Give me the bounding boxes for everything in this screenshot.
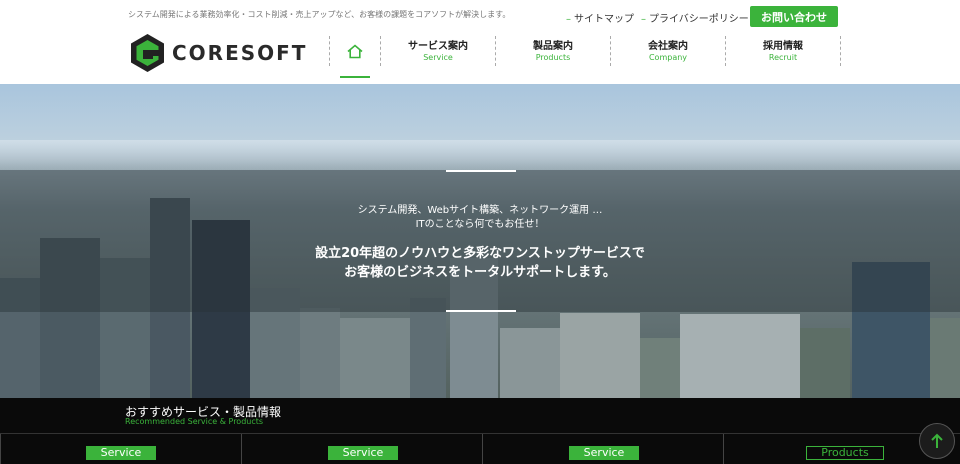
building-shape xyxy=(560,313,640,398)
dash-icon: – xyxy=(566,14,571,25)
sitemap-link[interactable]: – サイトマップ xyxy=(566,10,634,25)
coresoft-logo[interactable]: CORESOFT xyxy=(131,34,307,72)
nav-item-label: 製品案内 xyxy=(533,41,573,52)
nav-home[interactable] xyxy=(330,36,380,78)
contact-button[interactable]: お問い合わせ xyxy=(750,6,838,27)
products-badge: Products xyxy=(806,446,884,460)
scroll-to-top-button[interactable] xyxy=(919,423,955,459)
recommended-card[interactable]: Service xyxy=(482,434,722,464)
nav-item-label: 会社案内 xyxy=(648,41,688,52)
hero-headline: 設立20年超のノウハウと多彩なワンストップサービスで お客様のビジネスをトータル… xyxy=(0,244,960,282)
hero-divider-top xyxy=(446,170,516,172)
logo-text: CORESOFT xyxy=(172,41,308,65)
header-tagline: システム開発による業務効率化・コスト削減・売上アップなど、お客様の課題をコアソフ… xyxy=(128,10,511,19)
building-shape xyxy=(800,328,850,398)
sitemap-label: サイトマップ xyxy=(574,14,634,25)
hero-subtitle: システム開発、Webサイト構築、ネットワーク運用 … ITのことなら何でもお任せ… xyxy=(0,204,960,232)
nav-item-label: 採用情報 xyxy=(763,41,803,52)
privacy-label: プライバシーポリシー xyxy=(649,14,749,25)
nav-item-service[interactable]: サービス案内 Service xyxy=(381,36,495,66)
hero-sky-haze xyxy=(0,140,960,170)
building-shape xyxy=(500,328,560,398)
service-badge: Service xyxy=(569,446,639,460)
building-shape xyxy=(340,318,410,398)
nav-item-company[interactable]: 会社案内 Company xyxy=(611,36,725,66)
hero-headline-line: 設立20年超のノウハウと多彩なワンストップサービスで xyxy=(315,246,645,261)
hero-subtitle-line: システム開発、Webサイト構築、ネットワーク運用 … xyxy=(357,205,603,216)
building-shape xyxy=(410,298,446,398)
building-shape xyxy=(930,318,960,398)
building-shape xyxy=(300,308,340,398)
nav-item-recruit[interactable]: 採用情報 Recruit xyxy=(726,36,840,66)
hero-banner: システム開発、Webサイト構築、ネットワーク運用 … ITのことなら何でもお任せ… xyxy=(0,84,960,398)
service-badge: Service xyxy=(86,446,156,460)
recommended-card[interactable]: Service xyxy=(0,434,240,464)
building-shape xyxy=(680,314,800,398)
site-header: システム開発による業務効率化・コスト削減・売上アップなど、お客様の課題をコアソフ… xyxy=(0,0,960,84)
nav-separator xyxy=(840,36,841,66)
hero-headline-line: お客様のビジネスをトータルサポートします。 xyxy=(344,265,616,280)
logo-mark-icon xyxy=(131,34,164,72)
nav-item-label: サービス案内 xyxy=(408,41,468,52)
nav-item-sublabel: Service xyxy=(423,53,453,62)
nav-item-sublabel: Products xyxy=(535,53,571,62)
service-badge: Service xyxy=(328,446,398,460)
hero-divider-bottom xyxy=(446,310,516,312)
recommended-subtitle: Recommended Service & Products xyxy=(125,417,264,426)
hero-subtitle-line: ITのことなら何でもお任せ！ xyxy=(415,219,545,230)
home-icon xyxy=(347,43,363,58)
main-nav: サービス案内 Service 製品案内 Products 会社案内 Compan… xyxy=(329,36,841,78)
nav-item-sublabel: Company xyxy=(648,53,688,62)
privacy-policy-link[interactable]: – プライバシーポリシー xyxy=(641,10,749,25)
recommended-section: おすすめサービス・製品情報 Recommended Service & Prod… xyxy=(0,398,960,464)
nav-item-products[interactable]: 製品案内 Products xyxy=(496,36,610,66)
recommended-card[interactable]: Service xyxy=(241,434,481,464)
hero-text-overlay xyxy=(0,170,960,312)
nav-item-sublabel: Recruit xyxy=(768,53,798,62)
dash-icon: – xyxy=(641,14,646,25)
nav-active-indicator xyxy=(340,76,370,78)
arrow-up-icon xyxy=(931,433,943,448)
